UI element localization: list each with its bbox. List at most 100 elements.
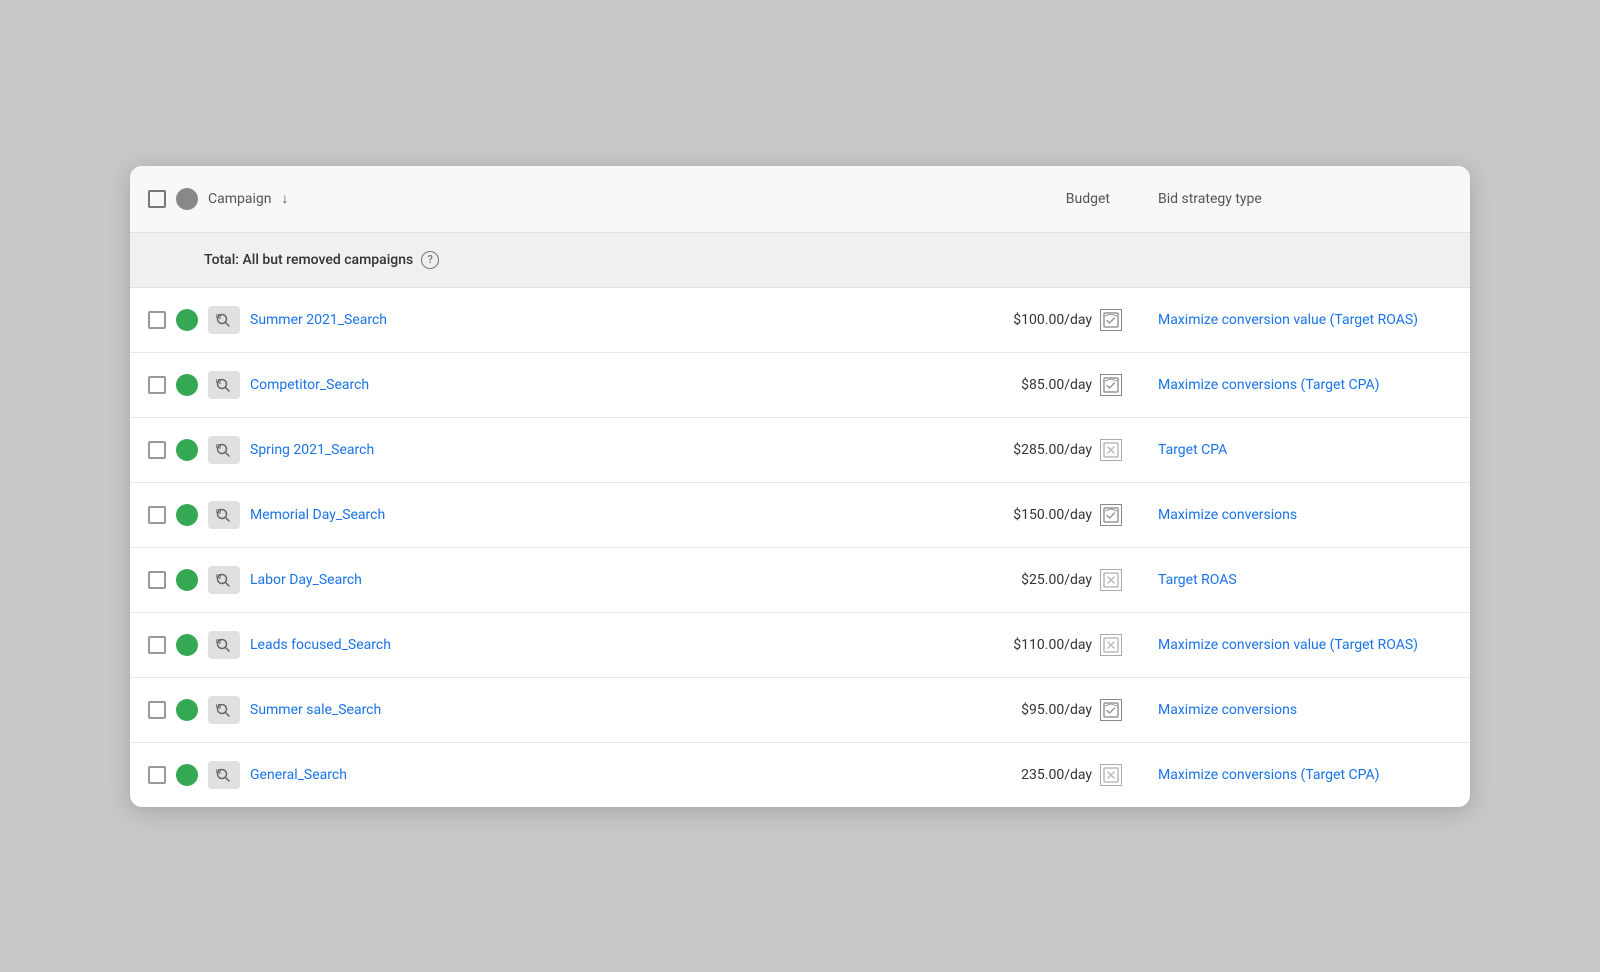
campaign-name-link[interactable]: Labor Day_Search — [250, 572, 362, 588]
row-checkbox[interactable] — [148, 636, 166, 654]
budget-column-header: Budget — [810, 166, 1140, 232]
bid-strategy-cell[interactable]: Maximize conversions — [1140, 489, 1470, 541]
row-checkbox[interactable] — [148, 766, 166, 784]
budget-cell: $25.00/day — [810, 551, 1140, 609]
shared-budget-icon[interactable] — [1100, 504, 1122, 526]
campaign-name-link[interactable]: Competitor_Search — [250, 377, 369, 393]
bid-strategy-cell[interactable]: Target CPA — [1140, 424, 1470, 476]
svg-text:IQ: IQ — [216, 639, 221, 645]
campaign-name-link[interactable]: Summer sale_Search — [250, 702, 381, 718]
unshared-budget-icon[interactable] — [1100, 439, 1122, 461]
budget-cell: $285.00/day — [810, 421, 1140, 479]
total-row: Total: All but removed campaigns ? — [130, 233, 1470, 288]
unshared-budget-icon[interactable] — [1100, 764, 1122, 786]
campaign-cell: IQ Leads focused_Search — [130, 613, 810, 677]
svg-text:IQ: IQ — [216, 444, 221, 450]
budget-column-label: Budget — [1066, 191, 1110, 207]
table-row: IQ Competitor_Search $85.00/day Maximize… — [130, 353, 1470, 418]
bid-strategy-cell[interactable]: Maximize conversion value (Target ROAS) — [1140, 619, 1470, 671]
status-dot — [176, 504, 198, 526]
table-row: IQ Labor Day_Search $25.00/day Target RO… — [130, 548, 1470, 613]
status-dot — [176, 439, 198, 461]
budget-cell: $95.00/day — [810, 681, 1140, 739]
budget-value: $85.00/day — [1021, 377, 1092, 393]
shared-budget-icon[interactable] — [1100, 699, 1122, 721]
bid-strategy-cell[interactable]: Target ROAS — [1140, 554, 1470, 606]
row-checkbox[interactable] — [148, 506, 166, 524]
help-icon[interactable]: ? — [421, 251, 439, 269]
status-dot — [176, 634, 198, 656]
campaign-type-icon: IQ — [208, 696, 240, 724]
campaign-type-icon: IQ — [208, 436, 240, 464]
filter-dot[interactable] — [176, 188, 198, 210]
campaigns-table: Campaign ↓ Budget Bid strategy type Tota… — [130, 166, 1470, 807]
bid-strategy-cell[interactable]: Maximize conversions — [1140, 684, 1470, 736]
campaign-name-link[interactable]: Summer 2021_Search — [250, 312, 387, 328]
bid-strategy-cell[interactable]: Maximize conversions (Target CPA) — [1140, 359, 1470, 411]
campaign-name-link[interactable]: Leads focused_Search — [250, 637, 391, 653]
table-header: Campaign ↓ Budget Bid strategy type — [130, 166, 1470, 233]
campaign-cell: IQ Spring 2021_Search — [130, 418, 810, 482]
row-checkbox[interactable] — [148, 376, 166, 394]
svg-text:IQ: IQ — [216, 379, 221, 385]
campaign-type-icon: IQ — [208, 501, 240, 529]
budget-value: $150.00/day — [1013, 507, 1092, 523]
budget-value: $285.00/day — [1013, 442, 1092, 458]
table-row: IQ Spring 2021_Search $285.00/day Target… — [130, 418, 1470, 483]
row-checkbox[interactable] — [148, 311, 166, 329]
table-row: IQ General_Search 235.00/day Maximize co… — [130, 743, 1470, 807]
campaign-cell: IQ Summer 2021_Search — [130, 288, 810, 352]
status-dot — [176, 699, 198, 721]
campaign-column-header: Campaign ↓ — [130, 166, 810, 232]
svg-text:IQ: IQ — [216, 509, 221, 515]
total-bid-cell — [1140, 251, 1452, 269]
total-budget-cell — [828, 251, 1140, 269]
budget-value: $25.00/day — [1021, 572, 1092, 588]
row-checkbox[interactable] — [148, 441, 166, 459]
svg-text:IQ: IQ — [216, 314, 221, 320]
svg-text:IQ: IQ — [216, 574, 221, 580]
status-dot — [176, 569, 198, 591]
budget-cell: $100.00/day — [810, 291, 1140, 349]
campaign-type-icon: IQ — [208, 631, 240, 659]
budget-cell: $85.00/day — [810, 356, 1140, 414]
campaign-type-icon: IQ — [208, 371, 240, 399]
budget-value: $110.00/day — [1013, 637, 1092, 653]
shared-budget-icon[interactable] — [1100, 309, 1122, 331]
campaign-name-link[interactable]: Spring 2021_Search — [250, 442, 374, 458]
campaign-type-icon: IQ — [208, 566, 240, 594]
select-all-checkbox[interactable] — [148, 190, 166, 208]
table-row: IQ Leads focused_Search $110.00/day Maxi… — [130, 613, 1470, 678]
campaign-column-label: Campaign — [208, 191, 271, 207]
table-row: IQ Summer 2021_Search $100.00/day Maximi… — [130, 288, 1470, 353]
unshared-budget-icon[interactable] — [1100, 634, 1122, 656]
sort-arrow-icon[interactable]: ↓ — [281, 190, 288, 207]
unshared-budget-icon[interactable] — [1100, 569, 1122, 591]
campaigns-rows: IQ Summer 2021_Search $100.00/day Maximi… — [130, 288, 1470, 807]
budget-value: 235.00/day — [1021, 767, 1092, 783]
status-dot — [176, 764, 198, 786]
campaign-name-link[interactable]: Memorial Day_Search — [250, 507, 385, 523]
budget-cell: $110.00/day — [810, 616, 1140, 674]
campaign-type-icon: IQ — [208, 306, 240, 334]
bid-strategy-column-header: Bid strategy type — [1140, 166, 1470, 232]
bid-strategy-column-label: Bid strategy type — [1158, 191, 1262, 207]
campaign-name-link[interactable]: General_Search — [250, 767, 347, 783]
bid-strategy-cell[interactable]: Maximize conversions (Target CPA) — [1140, 749, 1470, 801]
campaign-cell: IQ Summer sale_Search — [130, 678, 810, 742]
status-dot — [176, 374, 198, 396]
campaign-cell: IQ Competitor_Search — [130, 353, 810, 417]
svg-text:IQ: IQ — [216, 769, 221, 775]
budget-cell: 235.00/day — [810, 746, 1140, 804]
bid-strategy-cell[interactable]: Maximize conversion value (Target ROAS) — [1140, 294, 1470, 346]
row-checkbox[interactable] — [148, 701, 166, 719]
shared-budget-icon[interactable] — [1100, 374, 1122, 396]
status-dot — [176, 309, 198, 331]
campaign-cell: IQ Labor Day_Search — [130, 548, 810, 612]
budget-value: $100.00/day — [1013, 312, 1092, 328]
total-label-text: Total: All but removed campaigns — [204, 252, 413, 268]
budget-value: $95.00/day — [1021, 702, 1092, 718]
svg-text:IQ: IQ — [216, 704, 221, 710]
row-checkbox[interactable] — [148, 571, 166, 589]
campaign-cell: IQ Memorial Day_Search — [130, 483, 810, 547]
